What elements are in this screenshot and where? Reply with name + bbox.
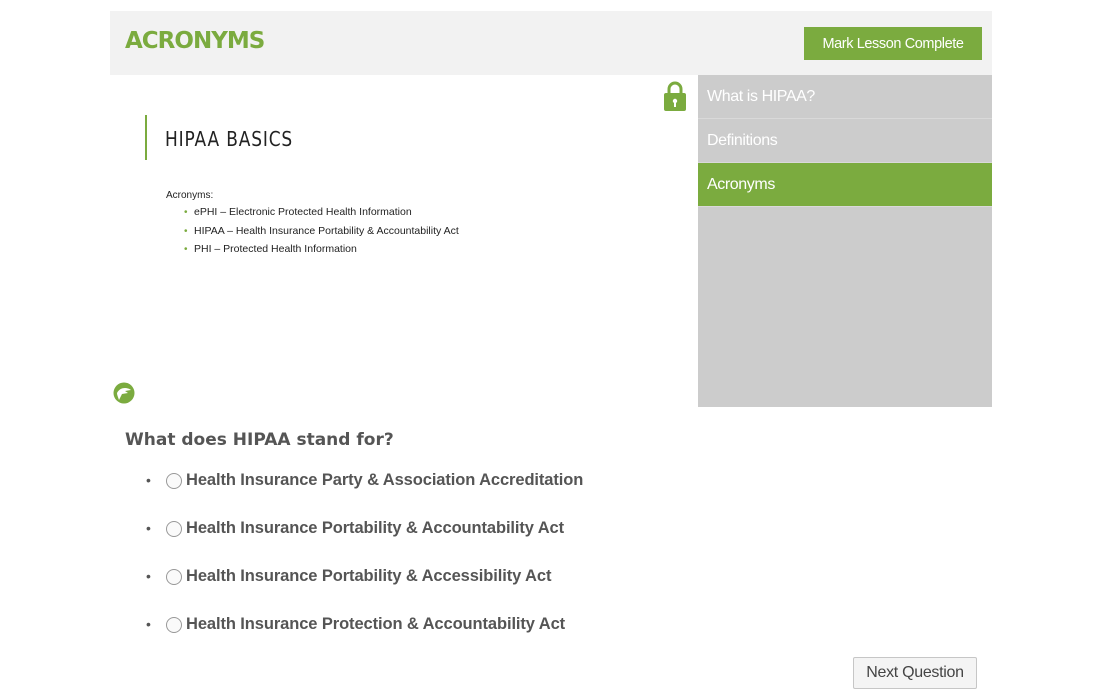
lesson-sidebar: What is HIPAA? Definitions Acronyms (698, 75, 992, 407)
slide-title: HIPAA BASICS (165, 127, 294, 151)
bullet-icon: • (146, 520, 151, 536)
slide-title-accent-bar (145, 115, 147, 160)
mark-lesson-complete-button[interactable]: Mark Lesson Complete (804, 27, 982, 60)
lesson-header: ACRONYMS Mark Lesson Complete (110, 11, 992, 75)
bullet-icon: • (184, 225, 188, 237)
answer-radio[interactable] (166, 569, 182, 585)
slide-viewer: HIPAA BASICS Acronyms: • ePHI – Electroni… (110, 75, 698, 407)
bullet-icon: • (184, 244, 188, 255)
quiz-question: What does HIPAA stand for? (125, 430, 394, 450)
lock-icon[interactable] (663, 80, 687, 112)
slide-acronym-list: • ePHI – Electronic Protected Health Info… (184, 205, 459, 261)
answer-option: • Health Insurance Portability & Accessi… (146, 564, 583, 612)
answer-radio[interactable] (166, 617, 182, 633)
brand-logo-icon (113, 382, 135, 404)
bullet-icon: • (146, 568, 151, 584)
bullet-icon: • (146, 472, 151, 488)
bullet-icon: • (184, 207, 188, 218)
answer-label[interactable]: Health Insurance Portability & Accountab… (186, 516, 564, 540)
answer-radio[interactable] (166, 473, 182, 489)
lesson-title: ACRONYMS (125, 28, 265, 54)
slide-list-item: • ePHI – Electronic Protected Health Info… (184, 206, 412, 218)
answer-label[interactable]: Health Insurance Protection & Accountabi… (186, 612, 565, 636)
answer-label[interactable]: Health Insurance Portability & Accessibi… (186, 564, 551, 588)
answer-option: • Health Insurance Protection & Accounta… (146, 612, 583, 660)
slide-list-item: • HIPAA – Health Insurance Portability & … (184, 224, 459, 237)
next-question-button[interactable]: Next Question (853, 657, 977, 689)
sidebar-item-acronyms[interactable]: Acronyms (698, 163, 992, 207)
answer-option: • Health Insurance Portability & Account… (146, 516, 583, 564)
answer-option: • Health Insurance Party & Association A… (146, 468, 583, 516)
answer-options: • Health Insurance Party & Association A… (146, 468, 583, 660)
slide-list-item: • PHI – Protected Health Information (184, 243, 357, 255)
bullet-icon: • (146, 616, 151, 632)
slide-subtitle: Acronyms: (166, 190, 214, 201)
sidebar-item-definitions[interactable]: Definitions (698, 119, 992, 163)
answer-radio[interactable] (166, 521, 182, 537)
sidebar-item-what-is-hipaa[interactable]: What is HIPAA? (698, 75, 992, 119)
answer-label[interactable]: Health Insurance Party & Association Acc… (186, 468, 583, 492)
